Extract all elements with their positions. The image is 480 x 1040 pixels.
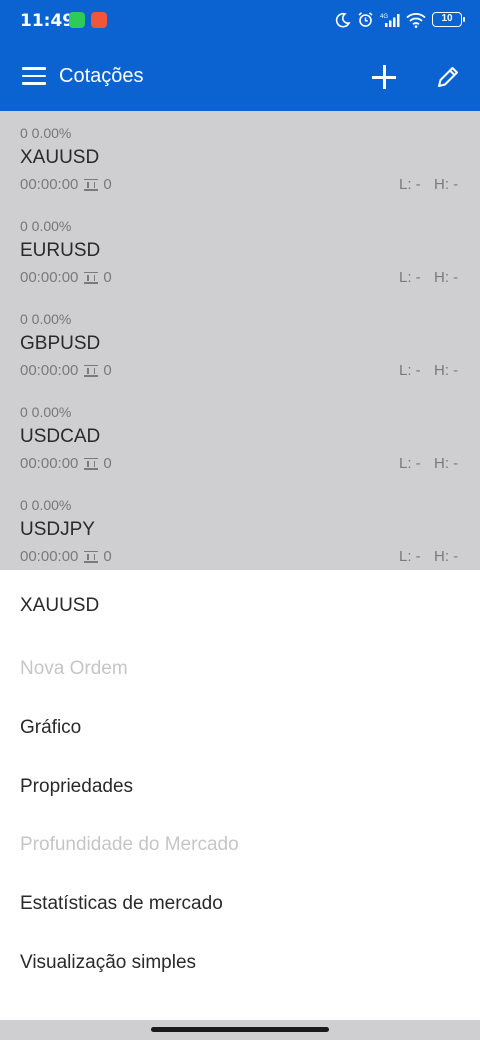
spread-icon — [84, 271, 99, 284]
quote-item[interactable]: 0 0.00% USDJPY 00:00:00 0 L: - H: - — [0, 483, 480, 570]
wifi-icon — [406, 12, 426, 28]
sheet-header-symbol: XAUUSD — [20, 595, 100, 616]
quote-change: 0 0.00% — [20, 311, 72, 327]
quote-low: L: - — [399, 176, 421, 193]
context-menu-sheet: XAUUSD Nova Ordem Gráfico Propriedades P… — [0, 570, 480, 1020]
quote-meta: 00:00:00 0 — [20, 362, 112, 379]
spread-icon — [84, 178, 99, 191]
quote-item[interactable]: 0 0.00% USDCAD 00:00:00 0 L: - H: - — [0, 390, 480, 483]
quote-high: H: - — [434, 362, 459, 379]
quote-low: L: - — [399, 362, 421, 379]
battery-icon: 10 — [432, 12, 465, 27]
edit-icon[interactable] — [435, 64, 461, 90]
quote-symbol: USDCAD — [20, 426, 101, 447]
quote-time: 00:00:00 — [20, 455, 79, 472]
quote-high: H: - — [434, 455, 459, 472]
quote-change: 0 0.00% — [20, 218, 72, 234]
quote-item[interactable]: 0 0.00% EURUSD 00:00:00 0 L: - H: - — [0, 204, 480, 297]
alarm-icon — [358, 12, 373, 27]
menu-item-properties[interactable]: Propriedades — [20, 776, 133, 798]
navigation-bar — [0, 1020, 480, 1040]
quote-spread: 0 — [103, 455, 112, 472]
status-icons: 4G 10 — [335, 11, 465, 28]
quote-time: 00:00:00 — [20, 362, 79, 379]
quote-symbol: XAUUSD — [20, 147, 100, 168]
quote-spread: 0 — [103, 362, 112, 379]
menu-icon[interactable] — [22, 67, 46, 85]
quote-low: L: - — [399, 548, 421, 565]
quote-spread: 0 — [103, 176, 112, 193]
spread-icon — [84, 457, 99, 470]
quote-high: H: - — [434, 176, 459, 193]
quote-spread: 0 — [103, 269, 112, 286]
quote-change: 0 0.00% — [20, 497, 72, 513]
quote-meta: 00:00:00 0 — [20, 548, 112, 565]
spread-icon — [84, 550, 99, 563]
quote-item[interactable]: 0 0.00% XAUUSD 00:00:00 0 L: - H: - — [0, 111, 480, 204]
home-indicator[interactable] — [151, 1027, 329, 1032]
quote-high: H: - — [434, 269, 459, 286]
moon-icon — [335, 12, 351, 27]
quote-symbol: GBPUSD — [20, 333, 101, 354]
menu-item-market-statistics[interactable]: Estatísticas de mercado — [20, 893, 223, 915]
quote-time: 00:00:00 — [20, 269, 79, 286]
video-icon — [91, 12, 107, 28]
app-bar: Cotações — [0, 42, 480, 111]
quote-time: 00:00:00 — [20, 548, 79, 565]
quote-time: 00:00:00 — [20, 176, 79, 193]
quote-spread: 0 — [103, 548, 112, 565]
quote-meta: 00:00:00 0 — [20, 455, 112, 472]
spread-icon — [84, 364, 99, 377]
quote-symbol: USDJPY — [20, 519, 95, 540]
whatsapp-icon — [69, 12, 85, 28]
quote-meta: 00:00:00 0 — [20, 176, 112, 193]
add-icon[interactable] — [371, 64, 397, 90]
quote-change: 0 0.00% — [20, 404, 72, 420]
page-title: Cotações — [59, 65, 144, 87]
quote-change: 0 0.00% — [20, 125, 72, 141]
quotes-list: 0 0.00% XAUUSD 00:00:00 0 L: - H: - 0 0.0… — [0, 111, 480, 570]
quote-low: L: - — [399, 269, 421, 286]
battery-level: 10 — [441, 13, 453, 24]
menu-item-market-depth: Profundidade do Mercado — [20, 834, 239, 855]
quote-high: H: - — [434, 548, 459, 565]
cellular-signal-icon: 4G — [380, 13, 400, 27]
quote-low: L: - — [399, 455, 421, 472]
menu-item-simple-view[interactable]: Visualização simples — [20, 952, 196, 974]
status-time: 11:49 — [20, 11, 75, 31]
quote-meta: 00:00:00 0 — [20, 269, 112, 286]
network-type-label: 4G — [380, 14, 388, 20]
status-bar: 11:49 4G 10 — [0, 0, 480, 42]
quote-item[interactable]: 0 0.00% GBPUSD 00:00:00 0 L: - H: - — [0, 297, 480, 390]
menu-item-new-order: Nova Ordem — [20, 658, 128, 679]
menu-item-chart[interactable]: Gráfico — [20, 717, 81, 739]
quote-symbol: EURUSD — [20, 240, 101, 261]
